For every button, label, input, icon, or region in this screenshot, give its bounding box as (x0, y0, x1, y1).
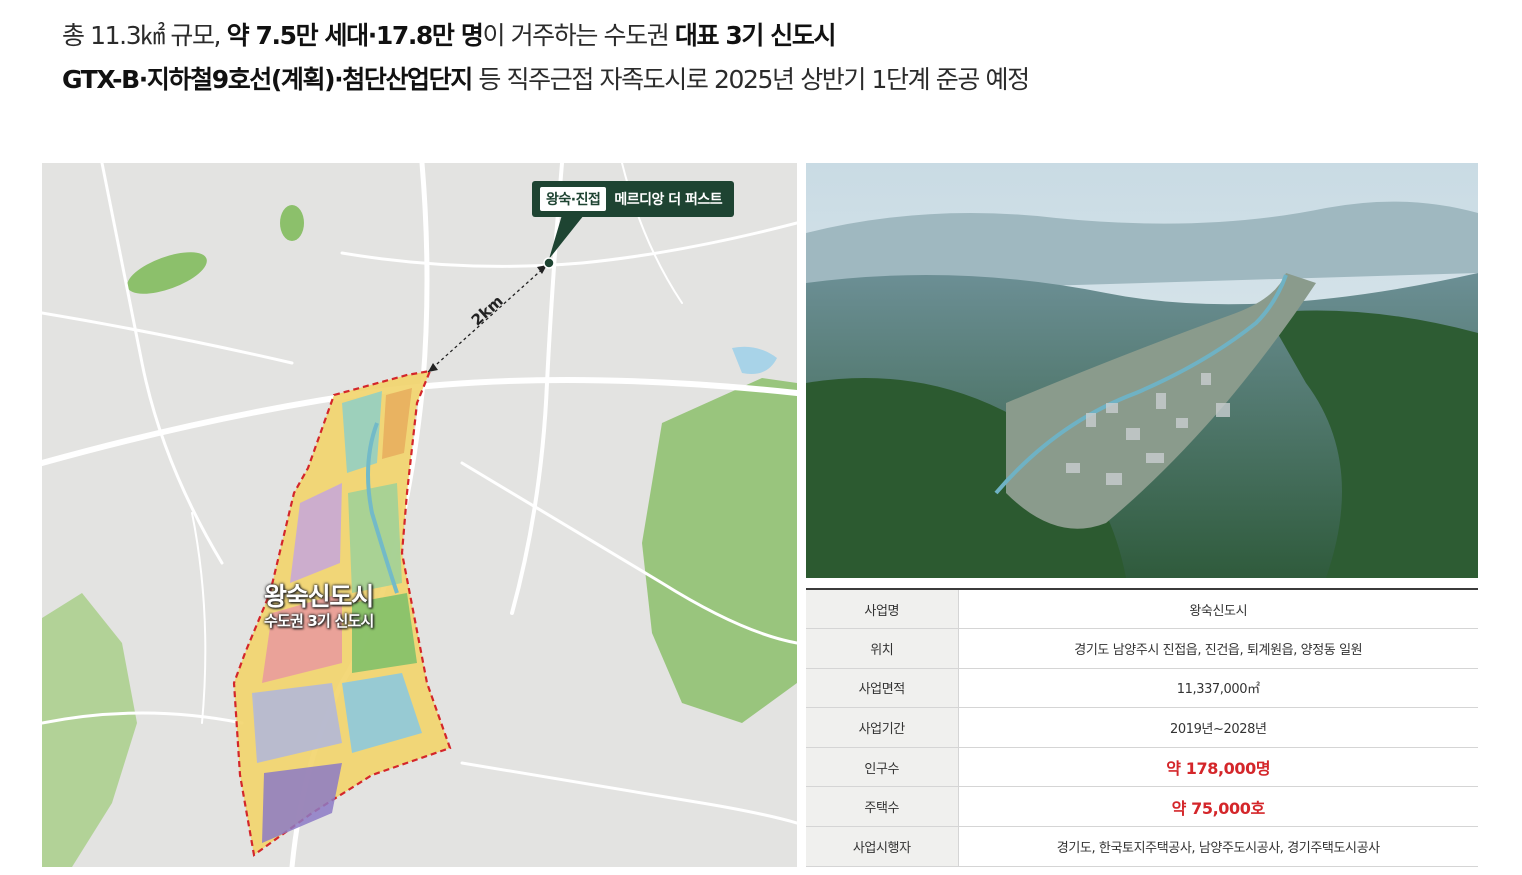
location-map: 2km 왕숙·진접 메르디앙 더 퍼스트 왕숙신도시 수도권 3기 신도시 (42, 163, 797, 867)
aerial-image (806, 163, 1478, 578)
table-row: 사업시행자 경기도, 한국토지주택공사, 남양주도시공사, 경기주택도시공사 (806, 826, 1478, 867)
green-area (127, 252, 207, 294)
table-row: 주택수 약 75,000호 (806, 786, 1478, 828)
pin-dot (543, 257, 555, 269)
table-key-cell: 사업시행자 (806, 826, 959, 867)
table-value-cell: 왕숙신도시 (958, 589, 1478, 630)
map-graphic: 2km (42, 163, 797, 867)
table-value-cell: 11,337,000㎡ (958, 668, 1478, 709)
headline-line-1-segment: 총 11.3㎢ 규모, (62, 21, 227, 50)
table-value-cell: 약 75,000호 (958, 786, 1478, 828)
table-row: 사업기간 2019년~2028년 (806, 707, 1478, 748)
table-key-cell: 인구수 (806, 747, 959, 788)
table-key-cell: 위치 (806, 628, 959, 669)
table-key-cell: 사업기간 (806, 707, 959, 748)
headline-line-1-segment: 이 거주하는 수도권 (482, 21, 675, 50)
headline-line-1-segment: 약 7.5만 세대·17.8만 명 (226, 21, 484, 50)
green-area (642, 378, 797, 723)
table-key-cell: 주택수 (806, 786, 959, 828)
headline-line-2-segment: 등 직주근접 자족도시로 2025년 상반기 1단계 준공 예정 (471, 65, 1030, 94)
table-value-cell: 2019년~2028년 (958, 707, 1478, 748)
table-value-cell: 약 178,000명 (958, 747, 1478, 788)
green-area (42, 593, 137, 867)
water-area (732, 346, 777, 374)
table-value-cell: 경기도, 한국토지주택공사, 남양주도시공사, 경기주택도시공사 (958, 826, 1478, 867)
city-subtitle: 수도권 3기 신도시 (264, 612, 374, 630)
table-row: 사업명 왕숙신도시 (806, 589, 1478, 630)
aerial-rendering (806, 163, 1478, 578)
location-pin-label: 왕숙·진접 메르디앙 더 퍼스트 (532, 181, 735, 217)
table-value-cell: 경기도 남양주시 진접읍, 진건읍, 퇴계원읍, 양정동 일원 (958, 628, 1478, 669)
headline-line-1: 총 11.3㎢ 규모, 약 7.5만 세대·17.8만 명이 거주하는 수도권 … (62, 16, 837, 52)
table-key-cell: 사업면적 (806, 668, 959, 709)
project-info-table: 사업명 왕숙신도시 위치 경기도 남양주시 진접읍, 진건읍, 퇴계원읍, 양정동 일… (806, 588, 1478, 867)
pin-name: 메르디앙 더 퍼스트 (614, 192, 723, 208)
table-row: 인구수 약 178,000명 (806, 747, 1478, 788)
green-area (280, 205, 304, 241)
headline-line-2-segment: GTX-B·지하철9호선(계획)·첨단산업단지 (62, 65, 473, 94)
distance-arrow-start (428, 363, 438, 372)
table-row: 위치 경기도 남양주시 진접읍, 진건읍, 퇴계원읍, 양정동 일원 (806, 628, 1478, 669)
headline-line-1-segment: 대표 3기 신도시 (674, 21, 837, 50)
table-key-cell: 사업명 (806, 589, 959, 630)
table-row: 사업면적 11,337,000㎡ (806, 668, 1478, 709)
headline-line-2: GTX-B·지하철9호선(계획)·첨단산업단지 등 직주근접 자족도시로 202… (62, 60, 1030, 96)
pin-tag: 왕숙·진접 (540, 187, 607, 211)
city-name: 왕숙신도시 (264, 582, 374, 611)
distance-label: 2km (468, 292, 507, 329)
